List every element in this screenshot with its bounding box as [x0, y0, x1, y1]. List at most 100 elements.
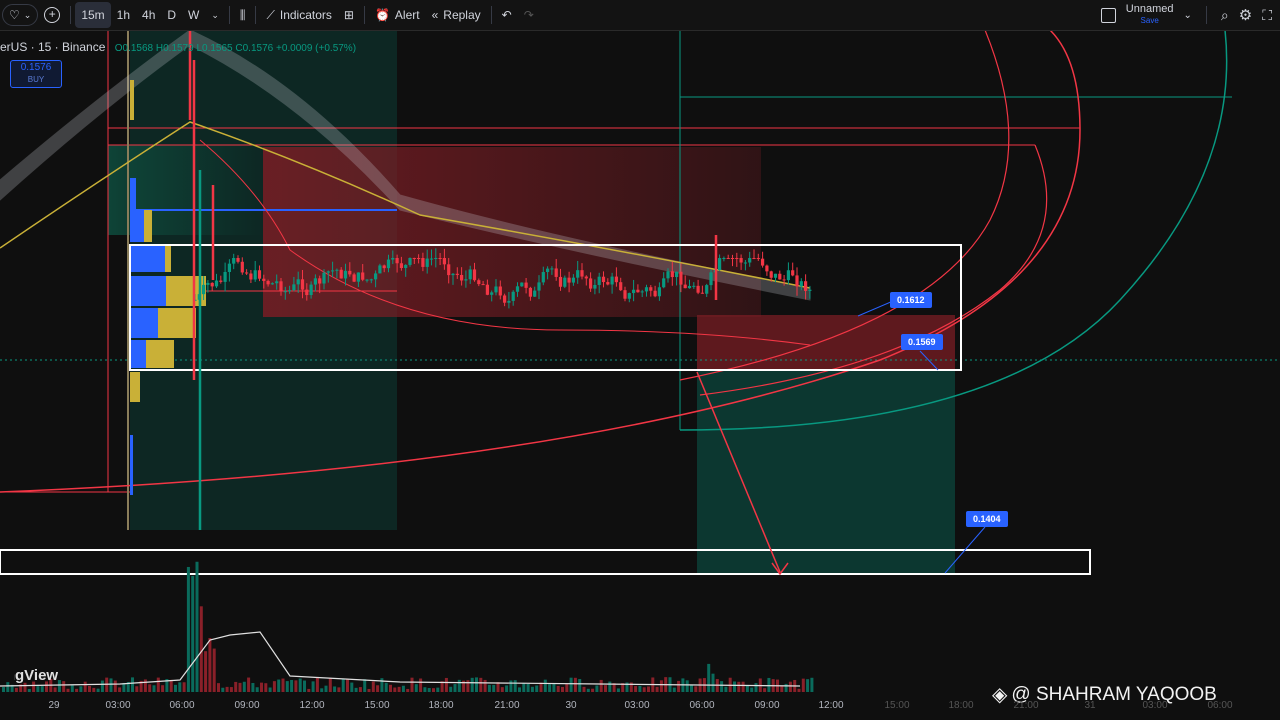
volume-bar — [475, 677, 478, 692]
volume-bar — [148, 684, 152, 692]
price-label-1[interactable]: 0.1612 — [890, 292, 932, 308]
candle-body — [773, 273, 778, 278]
candle-body — [378, 265, 382, 274]
replay-button[interactable]: « Replay — [426, 2, 487, 28]
volume-bar — [573, 677, 577, 692]
candle-body — [253, 270, 257, 280]
volume-bar — [53, 687, 57, 692]
volume-bar — [672, 687, 676, 692]
volume-bar — [522, 682, 526, 692]
volume-bar — [505, 685, 509, 692]
volume-bar — [268, 687, 272, 692]
templates-button[interactable]: ⊞ — [338, 2, 360, 28]
candle-body — [455, 273, 459, 275]
volume-bar — [354, 687, 358, 692]
volume-bar — [255, 687, 259, 692]
volume-bar — [763, 688, 767, 692]
volume-bar — [161, 685, 165, 692]
time-axis-label: 06:00 — [689, 700, 715, 711]
candle-body — [601, 276, 606, 283]
volume-bar — [487, 684, 491, 692]
volume-bar — [638, 685, 642, 692]
volume-bar — [453, 684, 457, 692]
volume-bar — [548, 684, 552, 692]
timeframe-4h[interactable]: 4h — [136, 2, 161, 28]
divider — [228, 6, 230, 24]
layout-name-button[interactable]: Unnamed Save — [1126, 4, 1174, 26]
volume-bar — [552, 683, 556, 692]
candle-body — [438, 258, 442, 259]
candle-body — [739, 258, 743, 263]
candle-body — [391, 258, 395, 260]
indicators-icon: ⟋ — [266, 7, 275, 22]
candle-body — [361, 272, 365, 280]
settings-icon[interactable]: ⚙ — [1239, 6, 1252, 24]
candle-body — [670, 271, 674, 278]
volume-bar — [208, 638, 212, 692]
candle-body — [576, 270, 580, 278]
candle-body — [365, 279, 369, 281]
volume-bar — [393, 687, 397, 692]
volume-bar — [62, 681, 66, 692]
quick-search-icon[interactable]: ⌕ — [1221, 7, 1229, 24]
volume-bar — [346, 679, 349, 692]
candle-body — [700, 292, 704, 294]
volume-bar — [363, 679, 367, 692]
price-chart[interactable] — [0, 31, 1280, 694]
volume-bar — [784, 683, 788, 692]
volume-bar — [333, 686, 337, 692]
chevron-down-icon[interactable]: ⌄ — [1184, 10, 1192, 21]
volume-bar — [285, 681, 289, 692]
candle-body — [318, 278, 322, 284]
timeframe-w[interactable]: W — [182, 2, 205, 28]
chevron-down-icon: ⌄ — [211, 9, 219, 20]
volume-bar — [341, 678, 345, 692]
volume-bar — [432, 688, 435, 692]
fullscreen-icon[interactable]: ⛶ — [1262, 7, 1272, 24]
time-axis-label: 30 — [565, 700, 577, 711]
candle-body — [765, 265, 769, 272]
favorites-button[interactable]: ♡ ⌄ — [2, 4, 39, 26]
candle-body — [593, 284, 597, 289]
redo-button[interactable]: ↷ — [518, 2, 540, 28]
alert-button[interactable]: ⏰ Alert — [369, 2, 426, 28]
buy-button[interactable]: 0.1576 BUY — [10, 60, 62, 88]
price-label-3[interactable]: 0.1404 — [966, 511, 1008, 527]
time-axis[interactable]: 29 03:00 06:00 09:00 12:00 15:00 18:00 21:00 30 0… — [0, 694, 1280, 720]
volume-bar — [457, 679, 461, 692]
replay-label: Replay — [443, 8, 481, 22]
candle-body — [481, 284, 485, 286]
candle-body — [425, 258, 429, 267]
layout-checkbox[interactable] — [1100, 7, 1116, 23]
volume-bar — [677, 680, 681, 692]
candle-body — [644, 287, 649, 292]
candle-body — [748, 258, 752, 263]
candle-body — [597, 276, 601, 285]
candle-body — [756, 258, 760, 259]
layout-name: Unnamed — [1125, 3, 1174, 15]
price-label-2[interactable]: 0.1569 — [901, 334, 943, 350]
timeframe-15m[interactable]: 15m — [75, 2, 111, 28]
candle-body — [296, 279, 300, 285]
timeframe-1h[interactable]: 1h — [111, 2, 136, 28]
timeframe-menu-button[interactable]: ⌄ — [205, 2, 225, 28]
volume-bar — [595, 685, 599, 692]
volume-bar — [57, 680, 61, 692]
volume-bar — [750, 687, 754, 692]
volume-bar — [586, 688, 590, 692]
candle-body — [692, 285, 696, 287]
indicators-button[interactable]: ⟋ Indicators — [260, 2, 337, 28]
symbol-label[interactable]: erUS · 15 · Binance — [0, 40, 105, 54]
candle-body — [619, 282, 623, 291]
volume-bar — [578, 679, 582, 692]
timeframe-d[interactable]: D — [161, 2, 182, 28]
volume-bar — [397, 686, 401, 692]
volume-bar — [251, 682, 255, 692]
add-symbol-button[interactable]: + — [38, 2, 66, 28]
volume-bar — [518, 687, 521, 692]
volume-bar — [212, 648, 216, 692]
divider — [490, 6, 492, 24]
undo-button[interactable]: ↶ — [496, 2, 518, 28]
candle-body — [257, 270, 262, 279]
chart-type-button[interactable]: ⫼ — [234, 2, 252, 28]
